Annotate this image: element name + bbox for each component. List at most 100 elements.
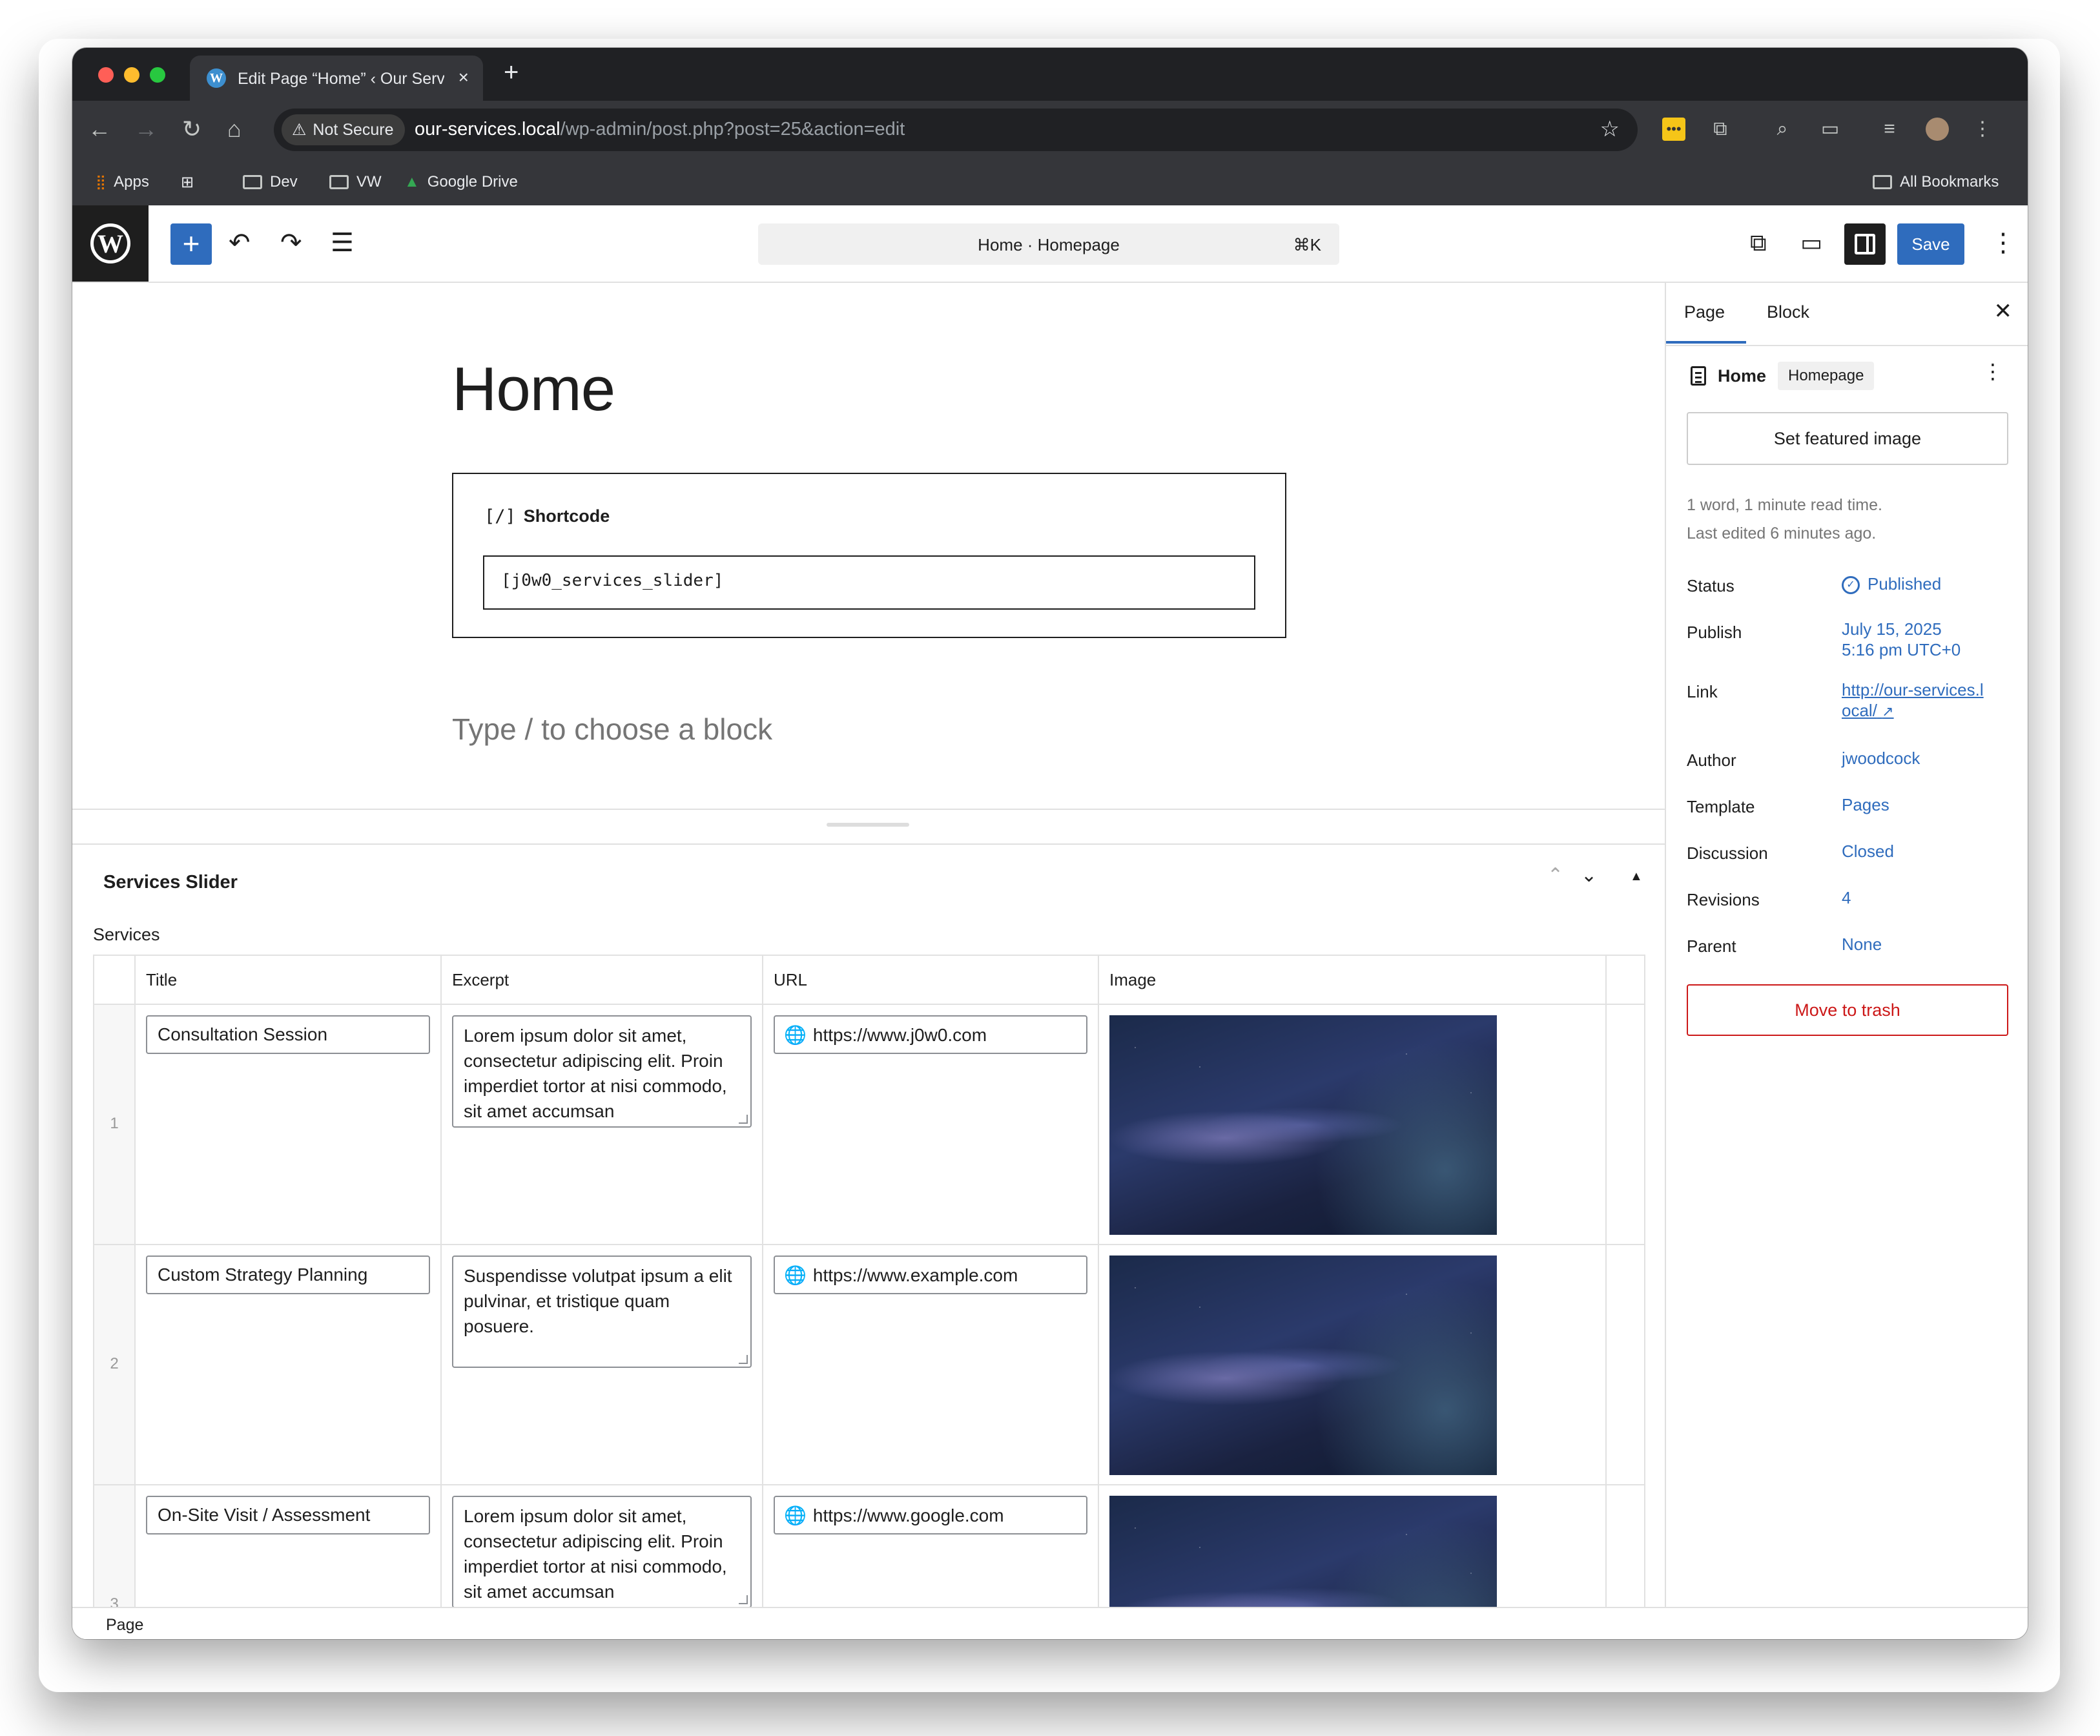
revisions-value[interactable]: 4: [1842, 887, 1851, 908]
block-placeholder[interactable]: Type / to choose a block: [452, 712, 772, 747]
save-button[interactable]: Save: [1897, 223, 1964, 265]
image-cell: [1099, 1245, 1607, 1484]
new-tab-icon[interactable]: +: [504, 59, 519, 85]
address-bar[interactable]: ⚠ Not Secure our-services.local/wp-admin…: [274, 108, 1638, 151]
page-title[interactable]: Home: [452, 354, 615, 425]
footer-breadcrumb[interactable]: Page: [106, 1616, 143, 1635]
not-secure-label: Not Secure: [313, 121, 394, 139]
bookmark-dev[interactable]: Dev: [243, 173, 298, 191]
block-inserter-button[interactable]: +: [170, 223, 212, 265]
textarea-resize-icon[interactable]: [739, 1595, 748, 1604]
zoom-window-button[interactable]: [150, 67, 165, 83]
row-number[interactable]: 1: [94, 1005, 136, 1244]
home-icon[interactable]: ⌂: [227, 115, 242, 143]
tab-page[interactable]: Page: [1684, 302, 1725, 322]
tab-search-icon[interactable]: ⌕: [1771, 118, 1794, 141]
chrome-menu-icon[interactable]: ⋮: [1971, 118, 1994, 141]
excerpt-textarea[interactable]: Lorem ipsum dolor sit amet, consectetur …: [452, 1015, 752, 1128]
close-window-button[interactable]: [98, 67, 114, 83]
metabox-resize-handle[interactable]: [72, 809, 1665, 845]
close-icon[interactable]: ✕: [1994, 298, 2013, 324]
excerpt-text: Suspendisse volutpat ipsum a elit pulvin…: [464, 1266, 732, 1336]
url-input[interactable]: 🌐 https://www.example.com: [774, 1256, 1087, 1294]
active-tab-indicator: [1666, 341, 1746, 344]
reading-list-icon[interactable]: ≡: [1878, 118, 1901, 141]
wordpress-logo-button[interactable]: W: [72, 205, 149, 282]
tab-title: Edit Page “Home” ‹ Our Servi: [238, 70, 444, 88]
service-image-thumbnail[interactable]: [1109, 1256, 1497, 1475]
url-cell: 🌐 https://www.j0w0.com: [763, 1005, 1099, 1244]
url-value: https://www.example.com: [812, 1265, 1018, 1285]
undo-icon[interactable]: ↶: [229, 225, 251, 261]
bookmarks-bar: ⣿ Apps ⊞ Dev VW ▲ Google Drive All Bookm…: [72, 159, 2028, 205]
browser-tab[interactable]: W Edit Page “Home” ‹ Our Servi ×: [190, 56, 483, 101]
bookmark-vw-label: VW: [356, 173, 382, 191]
document-actions-icon[interactable]: ⋮: [1982, 359, 2003, 384]
publish-date-value[interactable]: July 15, 2025 5:16 pm UTC+0: [1842, 619, 1961, 660]
permalink-text: http://our-services.local/: [1842, 680, 1984, 720]
row-number[interactable]: 2: [94, 1245, 136, 1484]
image-cell: [1099, 1005, 1607, 1244]
collapse-toggle-icon[interactable]: ▲: [1630, 869, 1643, 884]
bookmark-dev-label: Dev: [270, 173, 298, 191]
excerpt-textarea[interactable]: Lorem ipsum dolor sit amet, consectetur …: [452, 1496, 752, 1608]
template-value[interactable]: Pages: [1842, 794, 1889, 815]
shortcode-label: [/] Shortcode: [484, 506, 610, 526]
all-bookmarks[interactable]: All Bookmarks: [1873, 173, 1999, 191]
minimize-window-button[interactable]: [124, 67, 139, 83]
sidebar-icon: [1855, 234, 1875, 254]
extension-notes-icon[interactable]: •••: [1662, 118, 1685, 141]
back-icon[interactable]: ←: [88, 115, 111, 143]
document-overview-icon[interactable]: ☰: [331, 225, 354, 261]
reload-icon[interactable]: ↻: [182, 115, 201, 143]
discussion-label: Discussion: [1687, 843, 1768, 863]
shortcode-label-text: Shortcode: [523, 506, 610, 526]
tab-close-icon[interactable]: ×: [458, 67, 469, 88]
command-palette-bar[interactable]: Home · Homepage ⌘K: [758, 223, 1339, 265]
parent-value[interactable]: None: [1842, 934, 1882, 955]
author-value[interactable]: jwoodcock: [1842, 748, 1920, 769]
preview-device-icon[interactable]: ▭: [1800, 225, 1822, 261]
options-menu-icon[interactable]: ⋮: [1990, 225, 2016, 261]
excerpt-textarea[interactable]: Suspendisse volutpat ipsum a elit pulvin…: [452, 1256, 752, 1368]
not-secure-chip[interactable]: ⚠ Not Secure: [282, 114, 406, 145]
move-to-trash-button[interactable]: Move to trash: [1687, 984, 2008, 1036]
set-featured-image-button[interactable]: Set featured image: [1687, 412, 2008, 465]
discussion-value[interactable]: Closed: [1842, 841, 1894, 862]
title-input[interactable]: Custom Strategy Planning: [146, 1256, 430, 1294]
service-image-thumbnail[interactable]: [1109, 1015, 1497, 1235]
status-value[interactable]: ✓ Published: [1842, 574, 1941, 595]
document-summary: Home Homepage: [1691, 362, 1875, 390]
view-page-icon[interactable]: ⧉: [1750, 225, 1767, 261]
bookmark-star-icon[interactable]: ☆: [1600, 116, 1620, 142]
wordpress-logo-icon: W: [90, 223, 130, 264]
all-bookmarks-label: All Bookmarks: [1900, 173, 1999, 191]
textarea-resize-icon[interactable]: [739, 1355, 748, 1364]
row-actions-cell[interactable]: [1607, 1245, 1644, 1484]
shortcode-input[interactable]: [j0w0_services_slider]: [483, 555, 1255, 610]
bookmark-apps[interactable]: ⣿ Apps: [96, 173, 149, 191]
shortcode-block[interactable]: [/] Shortcode [j0w0_services_slider]: [452, 473, 1286, 638]
move-up-icon[interactable]: ⌃: [1547, 864, 1563, 887]
editor-canvas: Home [/] Shortcode [j0w0_services_slider]…: [72, 283, 1665, 1639]
move-down-icon[interactable]: ⌄: [1581, 864, 1597, 887]
title-input[interactable]: Consultation Session: [146, 1015, 430, 1054]
bookmark-grid-icon[interactable]: ⊞: [181, 173, 194, 192]
title-input[interactable]: On-Site Visit / Assessment: [146, 1496, 430, 1534]
url-input[interactable]: 🌐 https://www.j0w0.com: [774, 1015, 1087, 1054]
redo-icon[interactable]: ↷: [280, 225, 302, 261]
profile-avatar[interactable]: [1926, 118, 1949, 141]
extensions-puzzle-icon[interactable]: ⧉: [1709, 118, 1732, 141]
bookmark-vw[interactable]: VW: [329, 173, 382, 191]
excerpt-cell: Suspendisse volutpat ipsum a elit pulvin…: [442, 1245, 763, 1484]
textarea-resize-icon[interactable]: [739, 1115, 748, 1124]
bookmark-google-drive[interactable]: ▲ Google Drive: [404, 173, 518, 191]
settings-sidebar-toggle[interactable]: [1844, 223, 1886, 265]
url-input[interactable]: 🌐 https://www.google.com: [774, 1496, 1087, 1534]
permalink-value[interactable]: http://our-services.local/ ↗: [1842, 679, 1990, 722]
cast-icon[interactable]: ▭: [1818, 118, 1842, 141]
url-path: /wp-admin/post.php?post=25&action=edit: [560, 119, 905, 140]
row-actions-cell[interactable]: [1607, 1005, 1644, 1244]
forward-icon[interactable]: →: [134, 115, 158, 143]
tab-block[interactable]: Block: [1767, 302, 1809, 322]
